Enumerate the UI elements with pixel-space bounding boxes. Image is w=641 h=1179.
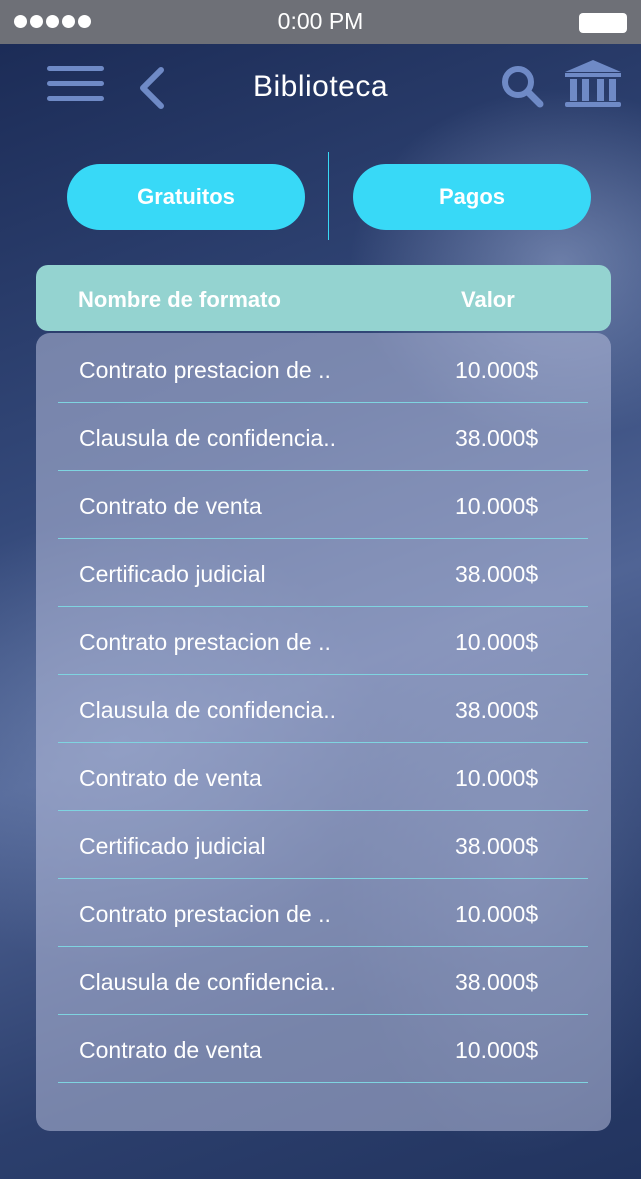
row-name: Certificado judicial (79, 833, 266, 859)
row-value: 38.000$ (455, 697, 539, 723)
column-header-value: Valor (461, 287, 515, 312)
row-name: Clausula de confidencia.. (79, 425, 336, 451)
row-name: Contrato de venta (79, 1037, 262, 1063)
search-icon[interactable] (500, 64, 544, 108)
nav-bar: Biblioteca (0, 44, 641, 134)
row-name: Certificado judicial (79, 561, 266, 587)
tab-divider (328, 152, 329, 240)
row-value: 10.000$ (455, 629, 539, 655)
row-value: 38.000$ (455, 561, 539, 587)
row-value: 10.000$ (455, 493, 539, 519)
row-value: 10.000$ (455, 1037, 539, 1063)
row-value: 38.000$ (455, 833, 539, 859)
status-time: 0:00 PM (277, 8, 364, 34)
tab-bar: Gratuitos Pagos (0, 152, 641, 242)
row-value: 38.000$ (455, 425, 539, 451)
column-header-name: Nombre de formato (78, 287, 281, 312)
table-row[interactable]: Certificado judicial 38.000$ (58, 539, 588, 607)
bank-icon[interactable] (563, 58, 623, 108)
table-row[interactable]: Contrato prestacion de .. 10.000$ (58, 879, 588, 947)
format-list: Contrato prestacion de .. 10.000$ Clausu… (36, 333, 611, 1131)
tab-gratuitos[interactable]: Gratuitos (67, 164, 305, 230)
row-name: Clausula de confidencia.. (79, 697, 336, 723)
row-value: 10.000$ (455, 765, 539, 791)
tab-pagos[interactable]: Pagos (353, 164, 591, 230)
row-name: Contrato de venta (79, 493, 262, 519)
table-row[interactable]: Contrato de venta 10.000$ (58, 471, 588, 539)
table-row[interactable]: Contrato de venta 10.000$ (58, 743, 588, 811)
row-name: Contrato prestacion de .. (79, 629, 331, 655)
table-row[interactable]: Clausula de confidencia.. 38.000$ (58, 947, 588, 1015)
table-row[interactable]: Certificado judicial 38.000$ (58, 811, 588, 879)
row-name: Clausula de confidencia.. (79, 969, 336, 995)
status-bar: 0:00 PM (0, 0, 641, 44)
table-row[interactable]: Contrato prestacion de .. 10.000$ (58, 335, 588, 403)
table-row[interactable]: Clausula de confidencia.. 38.000$ (58, 403, 588, 471)
row-name: Contrato de venta (79, 765, 262, 791)
table-header: Nombre de formato Valor (36, 265, 611, 331)
row-value: 38.000$ (455, 969, 539, 995)
table-row[interactable]: Contrato prestacion de .. 10.000$ (58, 607, 588, 675)
row-value: 10.000$ (455, 357, 539, 383)
battery-icon (579, 13, 627, 33)
page-title: Biblioteca (252, 70, 389, 103)
table-row[interactable]: Contrato de venta 10.000$ (58, 1015, 588, 1083)
row-value: 10.000$ (455, 901, 539, 927)
table-row[interactable]: Clausula de confidencia.. 38.000$ (58, 675, 588, 743)
row-name: Contrato prestacion de .. (79, 901, 331, 927)
row-name: Contrato prestacion de .. (79, 357, 331, 383)
